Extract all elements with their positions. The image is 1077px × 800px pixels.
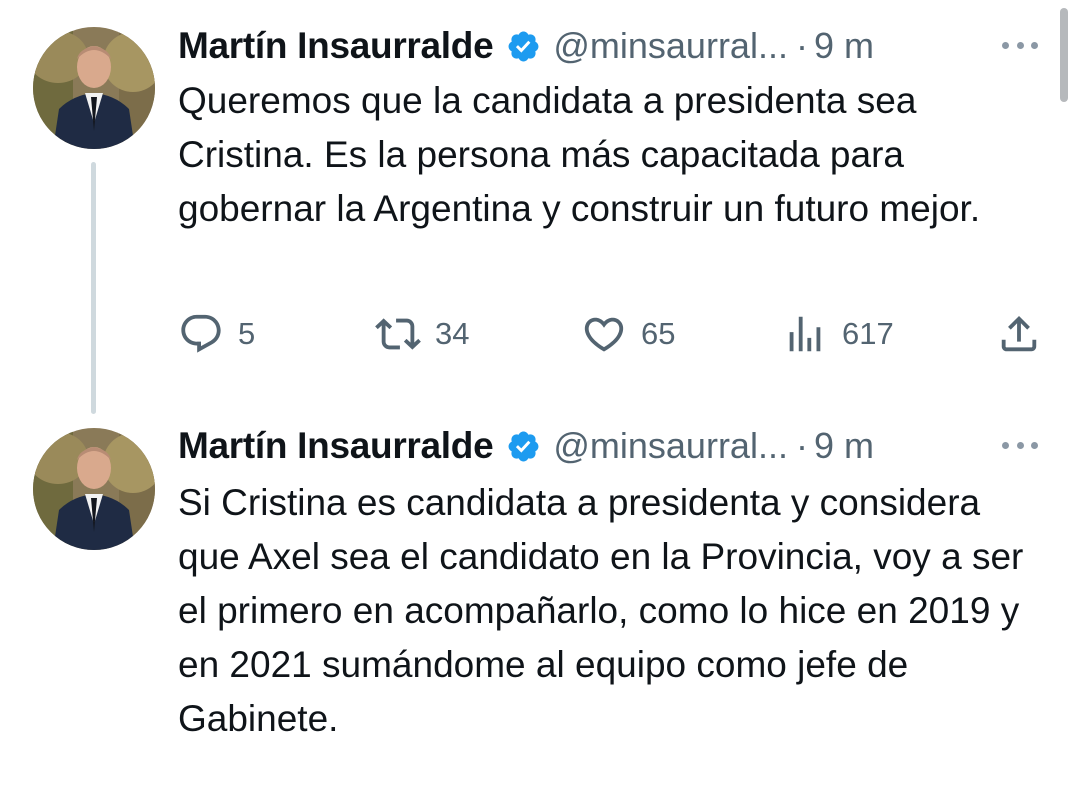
retweet-count: 34 (435, 316, 470, 351)
more-icon[interactable] (998, 30, 1042, 60)
thread-connector (91, 162, 96, 414)
author-name[interactable]: Martín Insaurralde (178, 425, 494, 467)
tweet-text: Si Cristina es candidata a presidenta y … (178, 482, 1024, 739)
avatar[interactable] (33, 428, 155, 550)
thread-view: Martín Insaurralde @minsaurral... · 9 m … (0, 0, 1077, 800)
verified-badge-icon (506, 29, 541, 64)
views-button[interactable]: 617 (782, 308, 894, 360)
more-icon[interactable] (998, 430, 1042, 460)
author-handle[interactable]: @minsaurral... (553, 25, 788, 67)
verified-badge-icon (506, 429, 541, 464)
share-button[interactable] (996, 308, 1042, 360)
tweet-header: Martín Insaurralde @minsaurral... · 9 m (178, 24, 1058, 68)
tweet-text: Queremos que la candidata a presidenta s… (178, 80, 981, 229)
heart-icon (584, 317, 624, 352)
views-count: 617 (842, 316, 894, 351)
retweet-icon (375, 318, 421, 350)
avatar-image (33, 27, 155, 149)
separator-dot: · (795, 25, 808, 66)
separator-dot: · (795, 425, 808, 466)
author-name[interactable]: Martín Insaurralde (178, 25, 494, 67)
reply-icon (181, 314, 221, 353)
author-handle[interactable]: @minsaurral... (553, 425, 788, 467)
like-count: 65 (641, 316, 676, 351)
views-icon (789, 316, 821, 352)
avatar-image (33, 428, 155, 550)
tweet-header: Martín Insaurralde @minsaurral... · 9 m (178, 424, 1058, 468)
tweet-timestamp[interactable]: 9 m (814, 25, 874, 67)
avatar[interactable] (33, 27, 155, 149)
tweet-timestamp[interactable]: 9 m (814, 425, 874, 467)
reply-button[interactable]: 5 (178, 308, 255, 360)
scrollbar[interactable] (1060, 8, 1068, 102)
tweet-actions: 5 34 65 617 (178, 308, 1048, 360)
tweet[interactable]: Martín Insaurralde @minsaurral... · 9 m … (0, 420, 1077, 800)
tweet[interactable]: Martín Insaurralde @minsaurral... · 9 m … (0, 0, 1077, 420)
share-icon (1001, 315, 1037, 352)
like-button[interactable]: 65 (581, 308, 675, 360)
reply-count: 5 (238, 316, 256, 351)
retweet-button[interactable]: 34 (375, 308, 469, 360)
